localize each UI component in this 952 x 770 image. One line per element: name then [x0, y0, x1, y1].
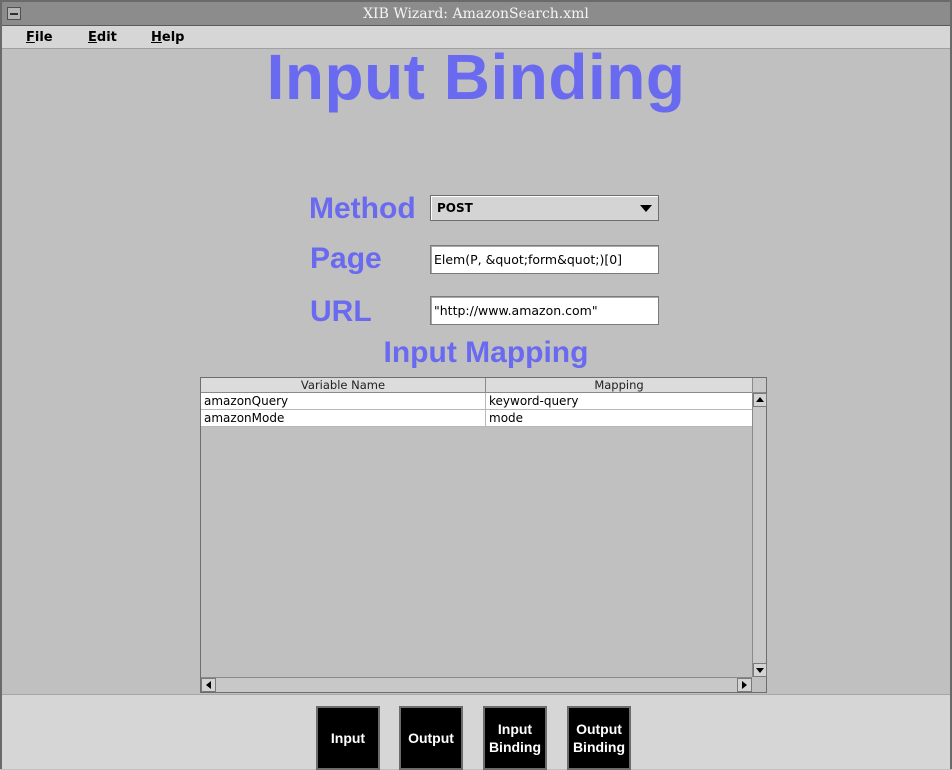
method-label: Method: [309, 192, 416, 225]
horizontal-scrollbar[interactable]: [201, 677, 752, 692]
wizard-nav-bar: Input Output Input Binding Output Bindin…: [2, 694, 950, 770]
scrollbar-corner: [752, 677, 766, 692]
scroll-up-arrow-icon[interactable]: [753, 393, 767, 407]
page-field-value: Elem(P, &quot;form&quot;)[0]: [434, 252, 623, 267]
input-mapping-table: Variable Name Mapping amazonQuery keywor…: [200, 377, 767, 693]
scroll-down-arrow-icon[interactable]: [753, 663, 767, 677]
table-row[interactable]: amazonQuery keyword-query: [201, 393, 752, 410]
url-field[interactable]: "http://www.amazon.com": [430, 296, 659, 325]
app-window: XIB Wizard: AmazonSearch.xml File Edit H…: [0, 0, 952, 770]
title-bar[interactable]: XIB Wizard: AmazonSearch.xml: [2, 2, 950, 26]
method-select[interactable]: POST: [430, 195, 659, 221]
chevron-down-icon: [640, 205, 652, 212]
vertical-scrollbar[interactable]: [752, 393, 767, 677]
window-title: XIB Wizard: AmazonSearch.xml: [363, 6, 589, 22]
column-header-variable-name[interactable]: Variable Name: [201, 378, 486, 393]
table-corner: [752, 378, 766, 393]
url-field-value: "http://www.amazon.com": [434, 303, 598, 318]
nav-button-output[interactable]: Output: [399, 706, 463, 770]
nav-button-label: Output: [576, 721, 622, 737]
table-cell[interactable]: mode: [486, 410, 752, 427]
column-header-mapping[interactable]: Mapping: [486, 378, 752, 393]
page-field[interactable]: Elem(P, &quot;form&quot;)[0]: [430, 245, 659, 274]
nav-button-label: Binding: [572, 739, 626, 755]
nav-button-input-binding[interactable]: Input Binding: [483, 706, 547, 770]
section-title-input-mapping: Input Mapping: [383, 336, 589, 369]
scroll-left-arrow-icon[interactable]: [201, 678, 216, 692]
nav-button-label: Binding: [488, 739, 542, 755]
table-header: Variable Name Mapping: [201, 378, 752, 393]
table-cell[interactable]: amazonMode: [201, 410, 486, 427]
nav-button-output-binding[interactable]: Output Binding: [567, 706, 631, 770]
nav-button-label: Input: [330, 730, 366, 746]
table-cell[interactable]: keyword-query: [486, 393, 752, 410]
table-cell[interactable]: amazonQuery: [201, 393, 486, 410]
nav-button-label: Input: [497, 721, 533, 737]
table-row[interactable]: amazonMode mode: [201, 410, 752, 427]
scroll-right-arrow-icon[interactable]: [737, 678, 752, 692]
page-label: Page: [310, 242, 382, 275]
nav-button-input[interactable]: Input: [316, 706, 380, 770]
method-select-value: POST: [437, 201, 473, 215]
page-title: Input Binding: [266, 41, 686, 113]
nav-button-label: Output: [408, 730, 454, 746]
url-label: URL: [310, 295, 372, 328]
